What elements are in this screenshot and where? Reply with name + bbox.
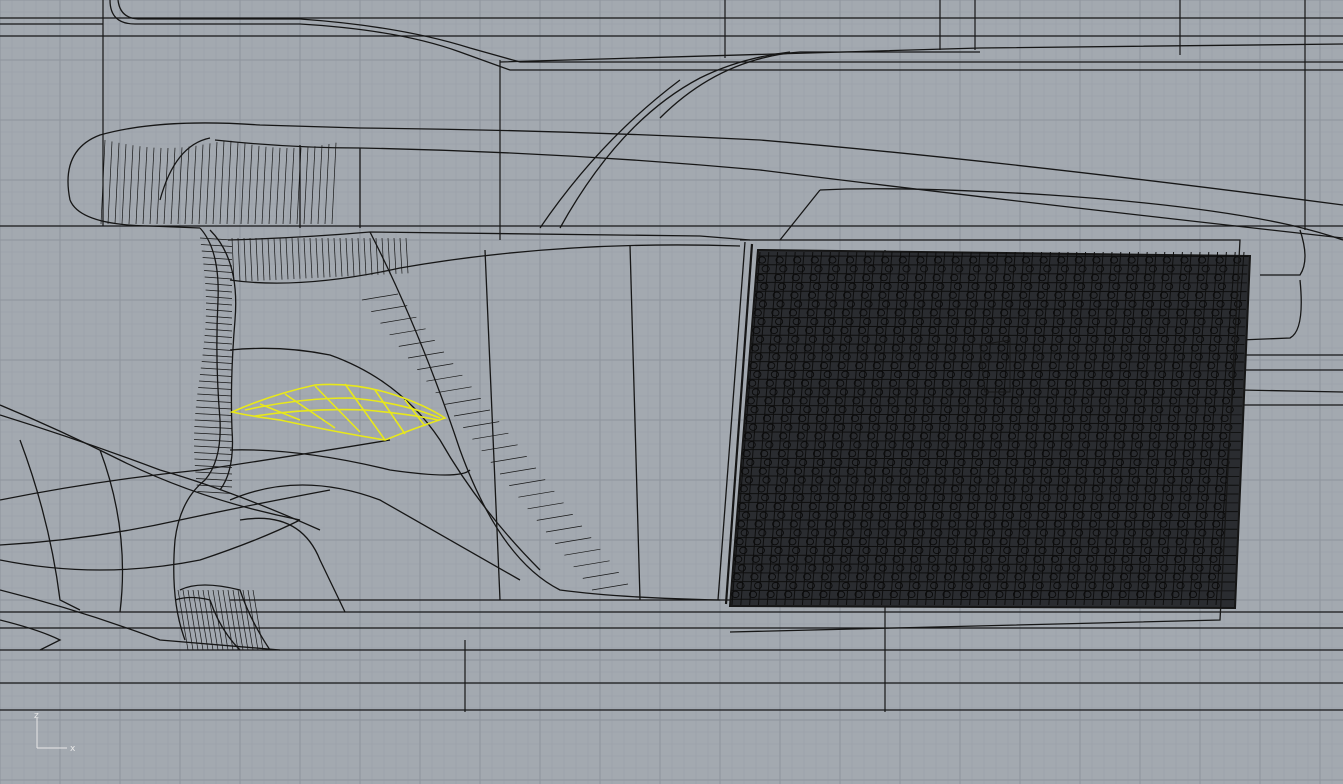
radiator-mesh (728, 239, 1252, 633)
axis-z-label: z (34, 711, 39, 721)
viewport-canvas[interactable]: x z (0, 0, 1343, 784)
world-axes-icon (36, 718, 67, 749)
axis-x-label: x (70, 744, 76, 754)
cad-viewport[interactable]: x z (0, 0, 1343, 784)
